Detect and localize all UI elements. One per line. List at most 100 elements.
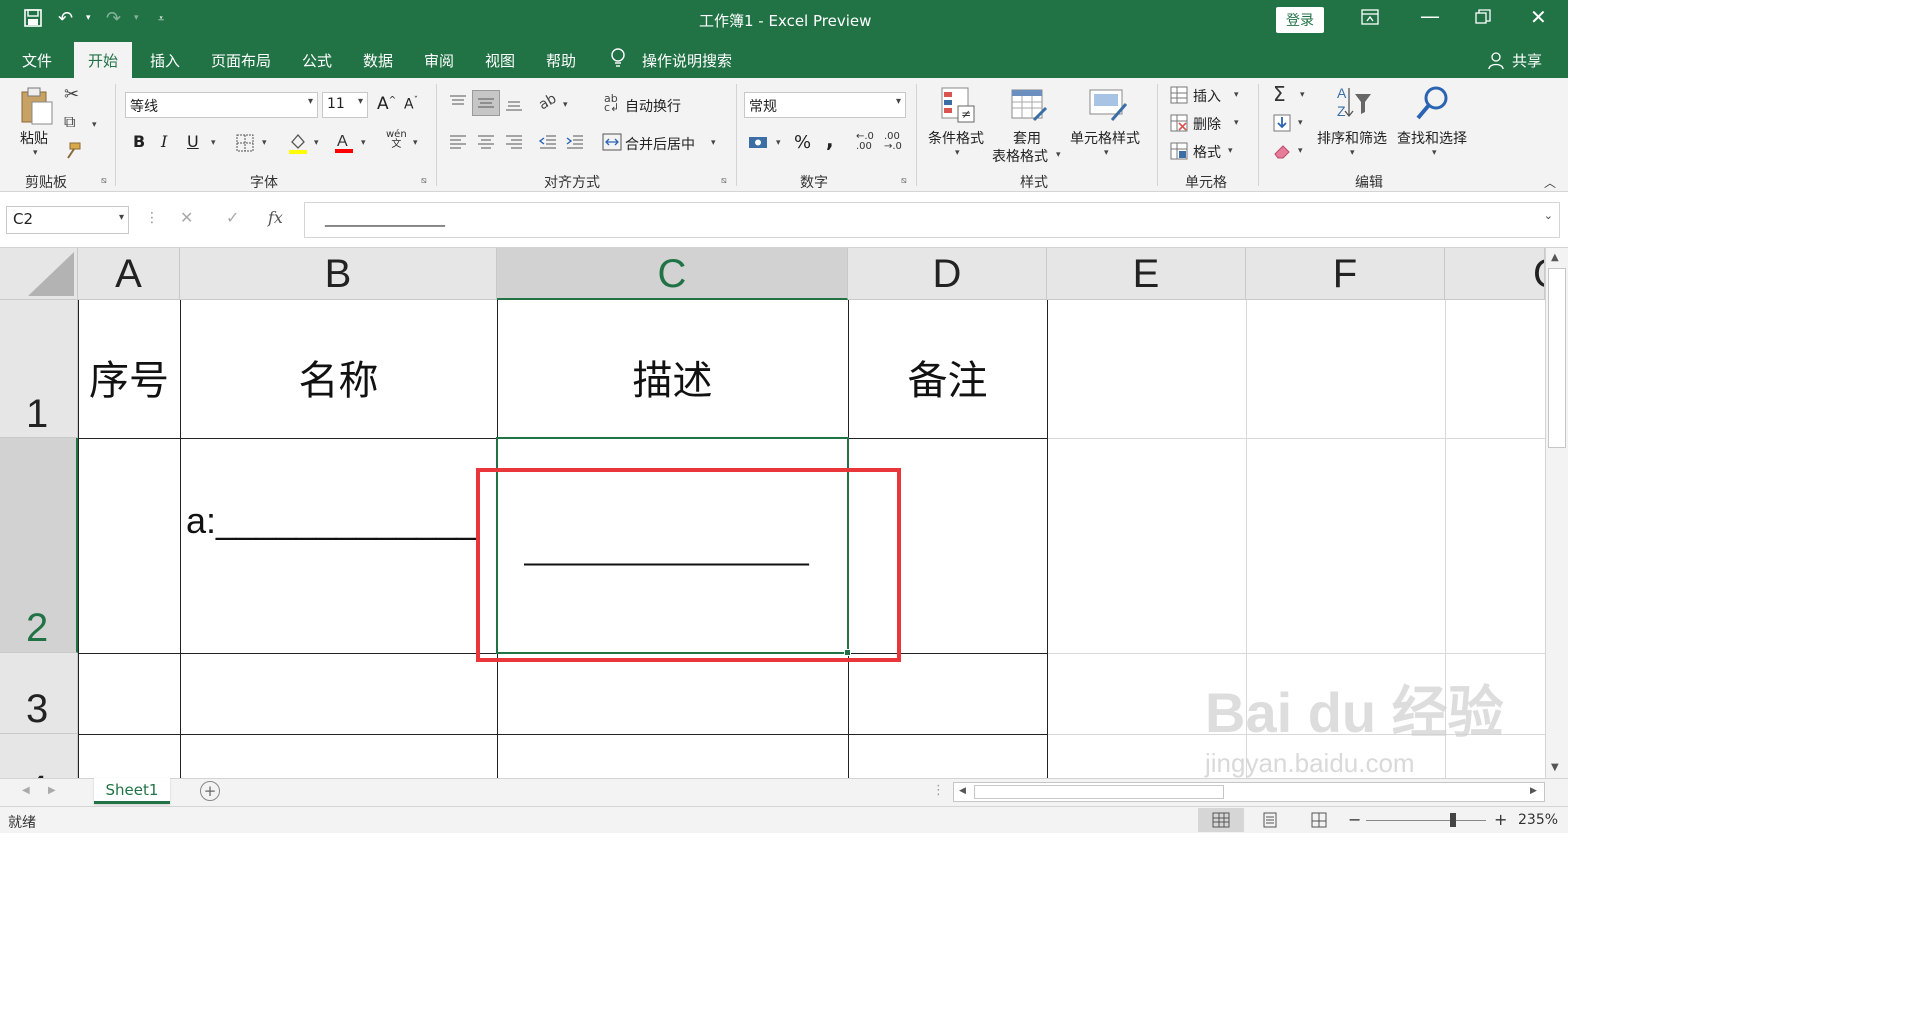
font-size-combo[interactable]: 11 ▾ — [322, 92, 368, 118]
conditional-formatting-icon[interactable]: ≠ — [940, 86, 976, 128]
vertical-scroll-thumb[interactable] — [1548, 268, 1566, 448]
cell-a1[interactable]: 序号 — [78, 348, 180, 406]
increase-indent-icon[interactable] — [566, 134, 584, 154]
normal-view-button[interactable] — [1198, 808, 1244, 832]
font-name-combo[interactable]: 等线 ▾ — [125, 92, 318, 118]
decrease-indent-icon[interactable] — [538, 134, 557, 154]
horizontal-scroll-thumb[interactable] — [974, 785, 1224, 799]
format-painter-icon[interactable] — [64, 142, 82, 163]
sort-filter-button[interactable]: 排序和筛选 — [1317, 128, 1387, 148]
column-header-g[interactable]: G — [1445, 248, 1545, 300]
name-box[interactable]: C2 ▾ — [6, 206, 129, 234]
scroll-right-icon[interactable]: ▶ — [1530, 786, 1537, 796]
merge-dropdown-icon[interactable]: ▾ — [711, 138, 716, 148]
clear-icon[interactable] — [1273, 142, 1293, 164]
tab-page-layout[interactable]: 页面布局 — [211, 50, 271, 71]
restore-button[interactable] — [1475, 9, 1491, 29]
number-launcher-icon[interactable]: ⧅ — [901, 176, 907, 186]
underline-icon[interactable]: U — [187, 132, 199, 151]
clipboard-launcher-icon[interactable]: ⧅ — [101, 176, 107, 186]
delete-dropdown-icon[interactable]: ▾ — [1234, 118, 1239, 128]
merge-center-button[interactable]: 合并后居中 — [625, 134, 695, 154]
zoom-slider[interactable] — [1366, 820, 1486, 821]
column-header-a[interactable]: A — [78, 248, 180, 300]
insert-cells-button[interactable]: 插入 — [1193, 86, 1221, 106]
row-header-3[interactable]: 3 — [0, 653, 78, 734]
fill-color-icon[interactable] — [288, 132, 308, 158]
copy-dropdown-icon[interactable]: ▾ — [92, 120, 97, 130]
borders-icon[interactable] — [236, 134, 254, 156]
cancel-entry-icon[interactable]: ✕ — [180, 208, 193, 227]
paste-icon[interactable] — [18, 86, 54, 130]
fill-color-dropdown-icon[interactable]: ▾ — [314, 138, 319, 148]
insert-cells-icon[interactable] — [1170, 86, 1188, 108]
row-header-2[interactable]: 2 — [0, 438, 78, 653]
undo-icon[interactable]: ↶ — [58, 8, 73, 29]
insert-dropdown-icon[interactable]: ▾ — [1234, 90, 1239, 100]
redo-dropdown-icon[interactable]: ▾ — [134, 13, 139, 23]
cell-styles-button[interactable]: 单元格样式 — [1070, 128, 1140, 148]
accounting-format-icon[interactable] — [748, 134, 770, 154]
column-header-f[interactable]: F — [1246, 248, 1445, 300]
align-top-icon[interactable] — [449, 94, 467, 114]
scroll-left-icon[interactable]: ◀ — [959, 786, 966, 796]
conditional-formatting-button[interactable]: 条件格式 — [928, 128, 984, 148]
clear-dropdown-icon[interactable]: ▾ — [1298, 146, 1303, 156]
sort-filter-icon[interactable]: AZ — [1335, 84, 1375, 126]
close-button[interactable]: ✕ — [1530, 5, 1547, 29]
copy-icon[interactable]: ⧉ — [64, 114, 75, 130]
fill-icon[interactable] — [1273, 114, 1291, 136]
font-color-icon[interactable]: A — [334, 130, 354, 158]
tab-formulas[interactable]: 公式 — [302, 50, 332, 71]
underline-dropdown-icon[interactable]: ▾ — [211, 138, 216, 148]
row-header-4[interactable]: 4 — [0, 734, 78, 778]
tab-file[interactable]: 文件 — [22, 50, 52, 71]
delete-cells-button[interactable]: 删除 — [1193, 114, 1221, 134]
tell-me-search[interactable]: 操作说明搜索 — [642, 50, 732, 71]
increase-decimal-icon[interactable]: ←.0.00 — [856, 132, 874, 152]
align-center-icon[interactable] — [477, 134, 495, 154]
format-as-table-label-1[interactable]: 套用 — [1013, 128, 1041, 148]
vertical-scrollbar[interactable]: ▲ ▼ — [1545, 248, 1568, 778]
sort-dropdown-icon[interactable]: ▾ — [1350, 148, 1355, 158]
wrap-text-icon[interactable]: ab c↲ — [604, 93, 619, 113]
fill-dropdown-icon[interactable]: ▾ — [1298, 118, 1303, 128]
table-dropdown-icon[interactable]: ▾ — [1056, 150, 1061, 160]
find-dropdown-icon[interactable]: ▾ — [1432, 148, 1437, 158]
horizontal-scrollbar[interactable]: ◀ ▶ — [953, 782, 1545, 802]
merge-center-icon[interactable] — [602, 133, 622, 155]
font-color-dropdown-icon[interactable]: ▾ — [361, 138, 366, 148]
autosum-dropdown-icon[interactable]: ▾ — [1300, 90, 1305, 100]
zoom-slider-thumb[interactable] — [1450, 813, 1456, 827]
share-icon[interactable] — [1488, 52, 1504, 74]
sheet-tab-sheet1[interactable]: Sheet1 — [94, 778, 170, 804]
paste-button[interactable]: 粘贴 — [20, 128, 48, 148]
alignment-launcher-icon[interactable]: ⧅ — [721, 176, 727, 186]
save-icon[interactable] — [24, 9, 42, 32]
minimize-button[interactable]: — — [1420, 4, 1440, 28]
customize-qat-icon[interactable]: ⩡ — [158, 12, 164, 26]
orientation-dropdown-icon[interactable]: ▾ — [563, 100, 568, 110]
row-header-1[interactable]: 1 — [0, 300, 78, 438]
insert-function-button[interactable]: fx — [268, 208, 283, 227]
cell-styles-icon[interactable] — [1088, 86, 1128, 128]
find-select-button[interactable]: 查找和选择 — [1397, 128, 1467, 148]
cell-c1[interactable]: 描述 — [497, 348, 848, 406]
tab-insert[interactable]: 插入 — [150, 50, 180, 71]
format-cells-button[interactable]: 格式 — [1193, 142, 1221, 162]
login-button[interactable]: 登录 — [1276, 7, 1324, 33]
align-right-icon[interactable] — [505, 134, 523, 154]
font-launcher-icon[interactable]: ⧅ — [421, 176, 427, 186]
page-break-view-icon[interactable] — [1311, 812, 1327, 832]
align-middle-button[interactable] — [472, 90, 500, 116]
cell-d1[interactable]: 备注 — [848, 348, 1047, 406]
column-header-e[interactable]: E — [1047, 248, 1246, 300]
tab-data[interactable]: 数据 — [363, 50, 393, 71]
confirm-entry-icon[interactable]: ✓ — [226, 208, 239, 227]
wrap-text-button[interactable]: 自动换行 — [625, 96, 681, 116]
comma-style-button[interactable]: , — [826, 128, 834, 152]
expand-formula-icon[interactable]: ⌄ — [1544, 209, 1553, 222]
conditional-dropdown-icon[interactable]: ▾ — [955, 148, 960, 158]
number-format-combo[interactable]: 常规 ▾ — [744, 92, 906, 118]
scroll-down-icon[interactable]: ▼ — [1551, 762, 1559, 773]
